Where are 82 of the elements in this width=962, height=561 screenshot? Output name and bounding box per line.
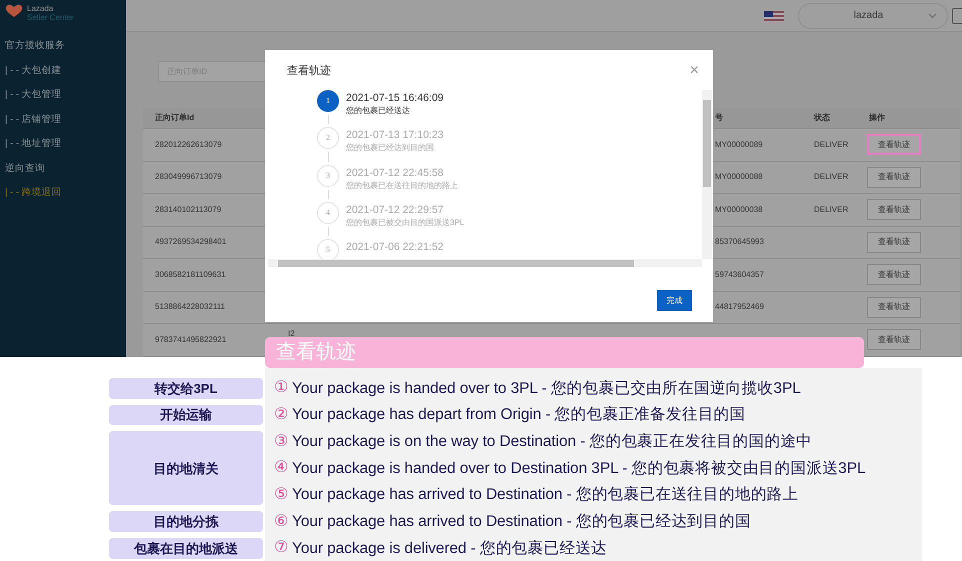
step-description: Your package is handed over to Destination 3PL - 您的包裹将被交由目的国派送3PL (292, 458, 866, 479)
step-marker: ② (274, 405, 288, 426)
table-cell-text: MY00000038 (715, 204, 764, 216)
table-cell-text: DELIVER (813, 138, 850, 151)
sidebar-item[interactable]: | - - 大包管理 (5, 83, 62, 108)
table-cell-text: I2 (287, 328, 296, 340)
step-marker: ⑤ (274, 485, 288, 506)
step-time: 2021-07-06 22:21:52 (346, 241, 444, 254)
column-header: 号 (715, 112, 724, 124)
dialog-title: 查看轨迹 (287, 64, 331, 79)
scrollbar-thumb[interactable] (703, 100, 711, 187)
step-message: 您的包裹已经送达 (346, 105, 411, 117)
step-number: 3 (317, 164, 339, 187)
table-cell-text: 9783741495822921 (154, 334, 228, 346)
step-description: Your package has depart from Origin - 您的包裹正准备发往目的国 (292, 405, 746, 426)
sidebar-item[interactable]: | - - 店铺管理 (5, 108, 62, 132)
column-header: 操作 (868, 112, 886, 124)
table-cell-text: 4937269534298401 (154, 236, 228, 248)
annotation-banner: 查看轨迹 (265, 337, 864, 368)
step-time: 2021-07-12 22:45:58 (346, 166, 444, 180)
table-cell-text: 85370645993 (715, 236, 765, 248)
track-button[interactable]: 查看轨迹 (867, 166, 921, 188)
step-marker: ⑦ (274, 538, 288, 558)
track-button[interactable]: 查看轨迹 (867, 329, 921, 350)
brand-name: Lazada (27, 4, 54, 13)
close-button[interactable]: × (690, 63, 699, 79)
chevron-down-icon (928, 12, 937, 18)
step-description: Your package is delivered - 您的包裹已经送达 (292, 538, 608, 559)
table-cell-text: 44817952469 (715, 301, 765, 314)
step-description: Your package is handed over to 3PL - 您的包裹已交由所在国逆向揽收3PL (292, 378, 801, 399)
step-description: Your package has arrived to Destination - 您的包裹已在送往目的地的路上 (292, 485, 798, 506)
heart-logo-icon (5, 4, 23, 18)
step-marker: ③ (274, 432, 288, 452)
table-cell-text: 5138864228032111 (154, 301, 226, 314)
table-cell-text: 283049996713079 (154, 171, 223, 184)
step-number: 2 (317, 127, 339, 150)
account-dropdown[interactable]: lazada (798, 2, 948, 28)
step-description: Your package has arrived to Destination - 您的包裹已经达到目的国 (292, 512, 751, 532)
table-cell-text: DELIVER (813, 171, 850, 184)
table-cell-text: 283140102113079 (154, 204, 222, 216)
sidebar-item[interactable]: | - - 地址管理 (5, 132, 62, 156)
track-button[interactable]: 查看轨迹 (867, 134, 921, 156)
scrollbar-thumb[interactable] (278, 260, 634, 266)
column-header: 正向订单Id (154, 112, 196, 124)
sidebar-item[interactable]: | - - 跨境退回 (5, 181, 62, 206)
step-time: 2021-07-12 22:29:57 (346, 204, 444, 217)
table-cell-text: DELIVER (813, 204, 850, 216)
table-cell-text: MY00000089 (715, 138, 764, 151)
step-marker: ① (274, 378, 288, 398)
stage-label: 开始运输 (109, 404, 263, 426)
step-description: Your package is on the way to Destination - 您的包裹正在发往目的国的途中 (292, 432, 812, 452)
sidebar-item[interactable]: 逆向查询 (5, 156, 45, 181)
track-button[interactable]: 查看轨迹 (867, 199, 921, 220)
step-number: 1 (317, 90, 339, 112)
stage-label: 目的地分拣 (109, 511, 263, 532)
column-header: 状态 (812, 112, 831, 124)
sidebar-item[interactable]: | - - 大包创建 (5, 58, 62, 83)
step-time: 2021-07-13 17:10:23 (346, 129, 444, 142)
stage-label: 目的地清关 (109, 431, 263, 506)
step-number: 4 (317, 202, 339, 224)
confirm-button[interactable]: 完成 (657, 290, 692, 311)
step-time: 2021-07-15 16:46:09 (346, 92, 444, 105)
step-marker: ⑥ (274, 512, 288, 532)
vertical-scrollbar[interactable] (702, 90, 712, 259)
stage-label: 转交给3PL (109, 378, 263, 399)
track-button[interactable]: 查看轨迹 (867, 232, 921, 253)
brand-subtitle: Seller Center (27, 13, 74, 22)
step-message: 您的包裹已在送往目的地的路上 (346, 180, 458, 192)
step-message: 您的包裹已经达到目的国 (346, 142, 435, 154)
step-message: 您的包裹已被交由目的国派送3PL (346, 216, 464, 229)
stage-label: 包裹在目的地派送 (109, 538, 263, 559)
track-button[interactable]: 查看轨迹 (867, 264, 921, 286)
step-number: 5 (317, 239, 339, 262)
step-marker: ④ (274, 458, 288, 478)
track-button[interactable]: 查看轨迹 (867, 296, 921, 318)
table-cell-text: 3068582181109631 (154, 268, 227, 281)
horizontal-scrollbar[interactable] (268, 259, 702, 267)
sidebar-item[interactable]: 官方揽收服务 (5, 34, 65, 58)
flag-icon (764, 10, 784, 20)
table-cell-text: MY00000088 (715, 171, 764, 184)
table-cell-text: 282012262613079 (154, 138, 223, 151)
table-cell-text: 59743604357 (715, 268, 765, 281)
